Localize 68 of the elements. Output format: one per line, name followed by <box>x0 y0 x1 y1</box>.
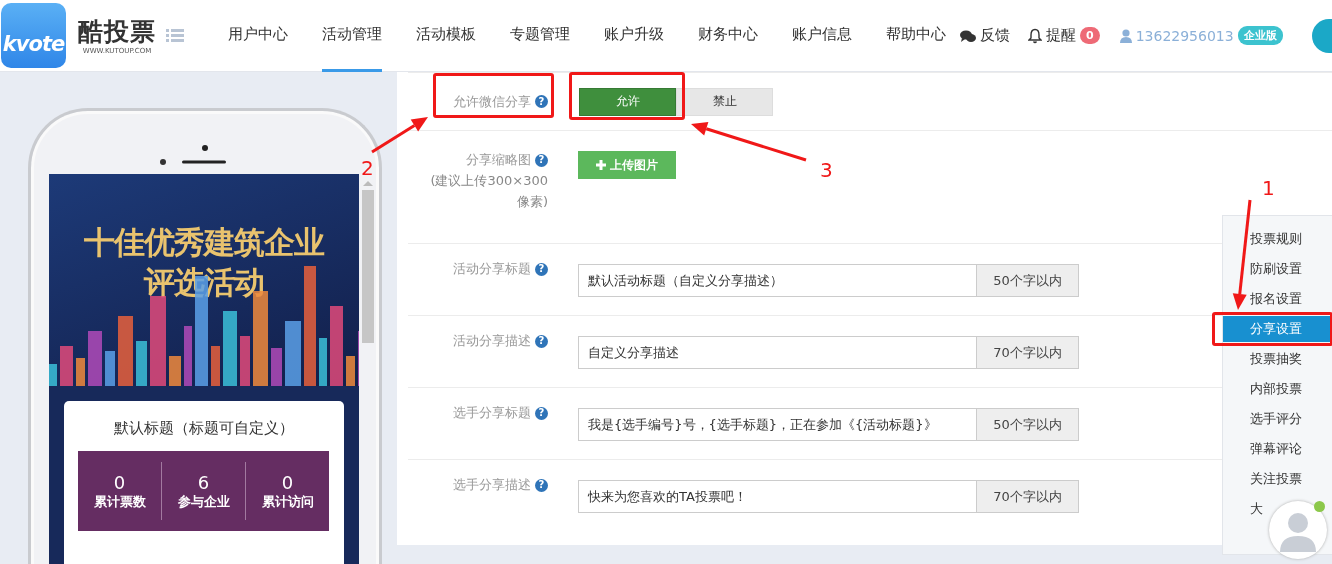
stat-value: 0 <box>113 471 126 493</box>
reminder-link[interactable]: 提醒 <box>1046 26 1076 45</box>
nav-tab[interactable]: 专题管理 <box>510 0 570 72</box>
chat-icon <box>960 28 976 43</box>
menu-item[interactable]: 投票抽奖 <box>1223 346 1302 372</box>
speaker-icon <box>160 159 226 165</box>
plus-icon <box>596 160 606 170</box>
toggle-option[interactable]: 禁止 <box>676 87 773 116</box>
nav-tab[interactable]: 账户升级 <box>604 0 664 72</box>
stat-value: 0 <box>281 471 294 493</box>
feedback-link[interactable]: 反馈 <box>980 26 1010 45</box>
nav-tab[interactable]: 财务中心 <box>698 0 758 72</box>
field-label: 选手分享描述 <box>453 476 531 494</box>
text-input[interactable]: 快来为您喜欢的TA投票吧！ <box>578 480 977 513</box>
menu-item[interactable]: 关注投票 <box>1223 466 1302 492</box>
help-icon[interactable]: ? <box>535 334 548 348</box>
step-number: 3 <box>820 160 833 180</box>
user-icon <box>1119 28 1132 43</box>
limit-addon: 70个字以内 <box>977 480 1079 513</box>
round-button[interactable] <box>1312 18 1332 53</box>
menu-item[interactable]: 分享设置 <box>1223 316 1332 342</box>
field-label: 允许微信分享 <box>453 92 531 111</box>
menu-item[interactable]: 防刷设置 <box>1223 256 1302 282</box>
limit-addon: 50个字以内 <box>977 264 1079 297</box>
menu-item[interactable]: 投票规则 <box>1223 226 1302 252</box>
menu-icon[interactable] <box>166 29 184 42</box>
help-icon[interactable]: ? <box>535 406 548 420</box>
nav-tab[interactable]: 活动模板 <box>416 0 476 72</box>
count-badge: 0 <box>1080 27 1100 44</box>
field-label: 分享缩略图 <box>466 151 531 169</box>
stat-label: 累计票数 <box>93 492 146 511</box>
help-icon[interactable]: ? <box>535 153 548 167</box>
nav-tab[interactable]: 账户信息 <box>792 0 852 72</box>
stat-label: 累计访问 <box>261 492 314 511</box>
nav-tab[interactable]: 用户中心 <box>228 0 288 72</box>
menu-item[interactable]: 报名设置 <box>1223 286 1302 312</box>
brand-name: 酷投票 <box>78 16 156 47</box>
menu-item[interactable]: 大 <box>1223 496 1263 522</box>
scrollbar-drawing[interactable] <box>361 180 374 343</box>
menu-item[interactable]: 内部投票 <box>1223 376 1302 402</box>
card-title: 默认标题（标题可自定义） <box>113 419 294 439</box>
field-label: 活动分享标题 <box>453 260 531 278</box>
stat-label: 参与企业 <box>177 492 230 511</box>
text-input[interactable]: 我是{选手编号}号，{选手标题}，正在参加《{活动标题}》 <box>578 408 977 441</box>
help-icon[interactable]: ? <box>535 262 548 276</box>
field-label: 选手分享标题 <box>453 404 531 422</box>
nav-tab[interactable]: 帮助中心 <box>886 0 946 72</box>
plan-badge: 企业版 <box>1237 26 1283 45</box>
camera-icon <box>202 145 208 151</box>
hint-text: (建议上传300×300像素) <box>429 172 548 211</box>
stat-value: 6 <box>197 471 210 493</box>
text-input[interactable]: 自定义分享描述 <box>578 336 977 369</box>
menu-item[interactable]: 选手评分 <box>1223 406 1302 432</box>
avatar[interactable] <box>1269 501 1327 559</box>
field-label: 活动分享描述 <box>453 332 531 350</box>
step-number: 1 <box>1262 178 1275 198</box>
bell-icon <box>1028 27 1042 44</box>
limit-addon: 70个字以内 <box>977 336 1079 369</box>
step-number: 2 <box>361 158 374 178</box>
nav-tab[interactable]: 活动管理 <box>322 0 382 72</box>
help-icon[interactable]: ? <box>535 478 548 492</box>
limit-addon: 50个字以内 <box>977 408 1079 441</box>
help-icon[interactable]: ? <box>535 95 548 108</box>
banner-title: 十佳优秀建筑企业 评选活动 <box>83 223 324 302</box>
menu-item[interactable]: 弹幕评论 <box>1223 436 1302 462</box>
toggle-option[interactable]: 允许 <box>579 87 676 116</box>
text-input[interactable]: 默认活动标题（自定义分享描述） <box>578 264 977 297</box>
online-dot <box>1314 501 1325 512</box>
